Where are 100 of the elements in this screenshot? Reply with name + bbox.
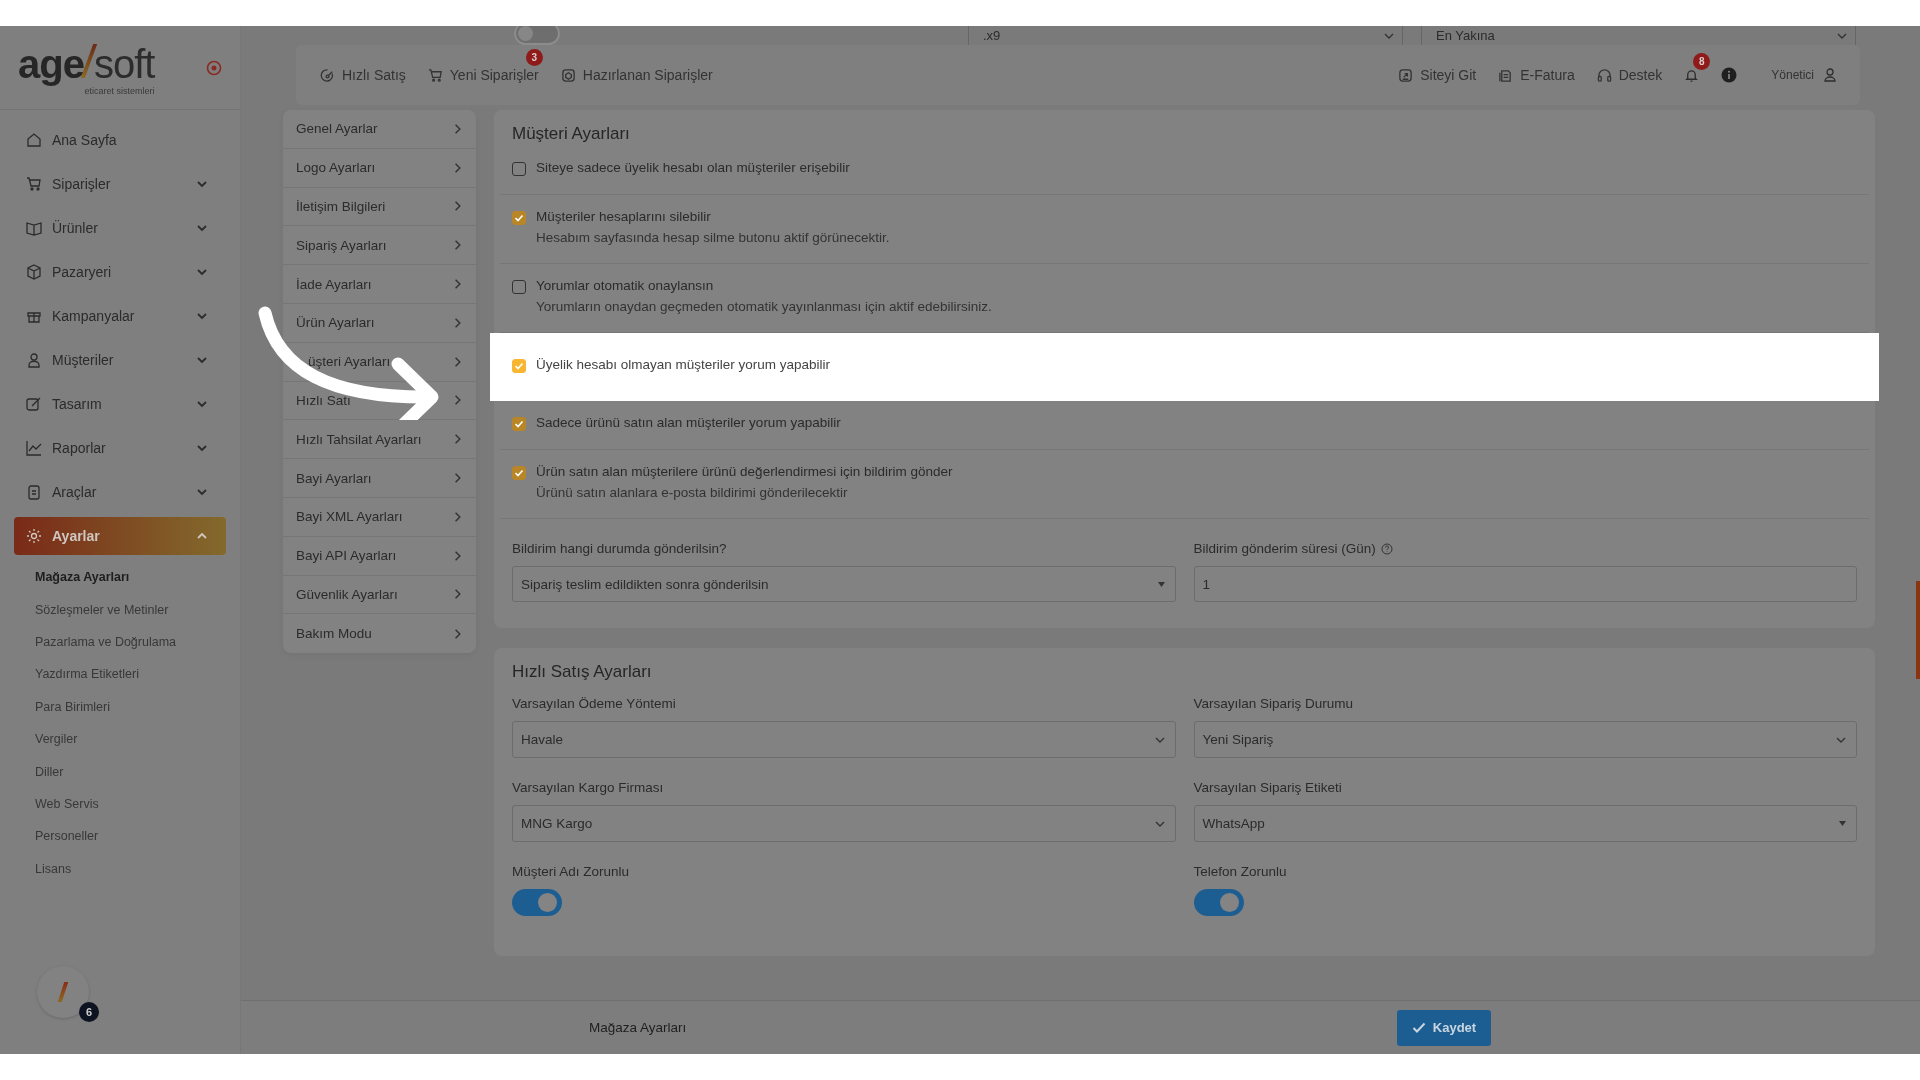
sidebar-item[interactable]: Ayarlar	[14, 517, 226, 555]
section-title: Hızlı Satış Ayarları	[512, 662, 653, 682]
checkbox[interactable]	[512, 466, 526, 480]
option-label: Üyelik hesabı olmayan müşteriler yorum yapabilir	[536, 357, 831, 372]
home-icon	[26, 132, 42, 148]
count-badge: 3	[525, 49, 543, 66]
count-badge: 6	[79, 1002, 99, 1022]
submenu-item[interactable]: Para Birimleri	[35, 690, 226, 723]
submenu-item[interactable]: Web Servis	[35, 787, 226, 821]
settings-menu-item[interactable]: Sipariş Ayarları	[283, 226, 476, 266]
select-field[interactable]: Sipariş teslim edildikten sonra gönderilsin	[512, 566, 1176, 602]
submenu-item[interactable]: Sözleşmeler ve Metinler	[35, 593, 226, 626]
logo[interactable]: age soft eticaret sistemleri	[18, 43, 155, 92]
settings-menu-item[interactable]: Logo Ayarları	[283, 148, 476, 188]
person-icon	[26, 352, 42, 368]
submenu-item[interactable]: Lisans	[35, 852, 226, 885]
field-label: Telefon Zorunlu	[1193, 864, 1288, 879]
chart-icon	[26, 440, 42, 456]
sidebar-item[interactable]: Müşteriler	[14, 338, 226, 382]
select-field[interactable]: MNG Kargo	[512, 805, 1176, 842]
check-icon	[514, 361, 524, 371]
caret-icon	[1157, 581, 1165, 587]
headset-icon	[1596, 67, 1612, 83]
check-icon	[514, 419, 524, 429]
target-icon[interactable]	[206, 59, 222, 76]
sidebar-item[interactable]: Pazaryeri	[14, 250, 226, 294]
checkbox[interactable]	[512, 211, 526, 225]
check-icon	[1411, 1021, 1426, 1034]
settings-menu-item[interactable]: Ürün Ayarları	[283, 304, 476, 343]
help-icon[interactable]	[1380, 542, 1393, 555]
user-menu[interactable]: Yönetici	[1771, 68, 1836, 82]
toolbar-link[interactable]: Hızlı Satış	[320, 67, 406, 83]
document-icon	[1498, 67, 1514, 83]
toolbar-link[interactable]: E-Fatura	[1498, 67, 1575, 83]
submenu-item[interactable]: Personeller	[35, 820, 226, 853]
submenu-item[interactable]: Vergiler	[35, 722, 226, 756]
settings-menu-item[interactable]: İade Ayarları	[283, 265, 476, 304]
toggle-switch[interactable]	[514, 26, 560, 45]
field-label: Varsayılan Sipariş Durumu	[1193, 696, 1355, 711]
checkbox[interactable]	[512, 280, 526, 294]
check-icon	[514, 213, 524, 223]
sidebar-item[interactable]: Ana Sayfa	[14, 118, 226, 162]
sidebar-item[interactable]: Siparişler	[14, 162, 226, 206]
settings-menu-item[interactable]: İletişim Bilgileri	[283, 187, 476, 227]
option-label: Ürün satın alan müşterilere ürünü değerlendirmesi için bildirim gönder	[536, 464, 953, 479]
save-button[interactable]: Kaydet	[1397, 1009, 1491, 1046]
toggle-switch[interactable]	[512, 889, 562, 916]
toolbar-link[interactable]: Hazırlanan Siparişler	[560, 67, 713, 83]
select-field[interactable]: Havale	[512, 721, 1176, 758]
settings-menu-item[interactable]: Bakım Modu	[283, 614, 476, 654]
option-label: Yorumlar otomatik onaylansın	[536, 278, 715, 293]
settings-menu-item[interactable]: Bayi API Ayarları	[283, 536, 476, 576]
settings-menu-item[interactable]: Bayi XML Ayarları	[283, 497, 476, 537]
toggle-switch[interactable]	[1193, 889, 1244, 916]
submenu-item[interactable]: Mağaza Ayarları	[35, 561, 226, 594]
option-label: Müşteriler hesaplarını silebilir	[536, 209, 712, 224]
submenu-item[interactable]: Pazarlama ve Doğrulama	[35, 625, 226, 659]
checkbox[interactable]	[512, 162, 526, 176]
submenu-item[interactable]: Yazdırma Etiketleri	[35, 658, 226, 691]
info-icon[interactable]	[1721, 67, 1738, 83]
section-title: Müşteri Ayarları	[512, 124, 631, 144]
field-label: Müşteri Adı Zorunlu	[512, 864, 631, 879]
clipboard-icon	[26, 484, 42, 500]
breadcrumb: Mağaza Ayarları	[589, 1020, 688, 1035]
field-label: Varsayılan Kargo Firması	[512, 780, 665, 795]
field-label: Bildirim hangi durumda gönderilsin?	[512, 541, 728, 556]
settings-menu-item[interactable]: Güvenlik Ayarları	[283, 575, 476, 615]
option-hint: Hesabım sayfasında hesap silme butonu aktif görünecektir.	[536, 230, 890, 245]
option-label: Sadece ürünü satın alan müşteriler yorum yapabilir	[536, 415, 841, 430]
input-field[interactable]: 1	[1193, 566, 1857, 602]
toolbar-link[interactable]: Destek	[1596, 67, 1663, 83]
option-label: Siteye sadece üyelik hesabı olan müşteriler erişebilir	[536, 160, 850, 175]
box-icon	[560, 67, 576, 83]
sidebar-item[interactable]: Araçlar	[14, 470, 226, 514]
select-field[interactable]: Yeni Sipariş	[1193, 721, 1857, 758]
checkbox[interactable]	[512, 417, 526, 431]
option-hint: Yorumların onaydan geçmeden otomatik yayınlanması için aktif edebilirsiniz.	[536, 299, 992, 314]
external-link-icon	[1398, 67, 1414, 83]
pencil-icon	[26, 396, 42, 412]
submenu-item[interactable]: Diller	[35, 755, 226, 788]
settings-menu-item[interactable]: üşteri Ayarları	[283, 342, 476, 382]
settings-menu-item[interactable]: Hızlı Tahsilat Ayarları	[283, 420, 476, 460]
select-field[interactable]: WhatsApp	[1193, 805, 1857, 842]
settings-menu-item[interactable]: Hızlı Satı	[283, 381, 476, 421]
checkbox[interactable]	[512, 359, 526, 373]
cart-icon	[427, 67, 443, 83]
scrollbar-thumb[interactable]	[1916, 581, 1920, 679]
field-label: Varsayılan Ödeme Yöntemi	[512, 696, 677, 711]
caret-icon	[1839, 821, 1846, 826]
toolbar-link[interactable]: Siteyi Git	[1398, 67, 1477, 83]
sidebar-item[interactable]: Raporlar	[14, 426, 226, 470]
sidebar-item[interactable]: Kampanyalar	[14, 294, 226, 338]
field-label: Varsayılan Sipariş Etiketi	[1193, 780, 1343, 795]
sidebar-item[interactable]: Ürünler	[14, 206, 226, 250]
bell-icon[interactable]	[1684, 67, 1700, 83]
settings-menu-item[interactable]: Bayi Ayarları	[283, 459, 476, 498]
cart-icon	[26, 176, 42, 192]
settings-menu-item[interactable]: Genel Ayarlar	[283, 110, 476, 149]
sidebar-item[interactable]: Tasarım	[14, 382, 226, 426]
settings-icon	[26, 528, 42, 544]
